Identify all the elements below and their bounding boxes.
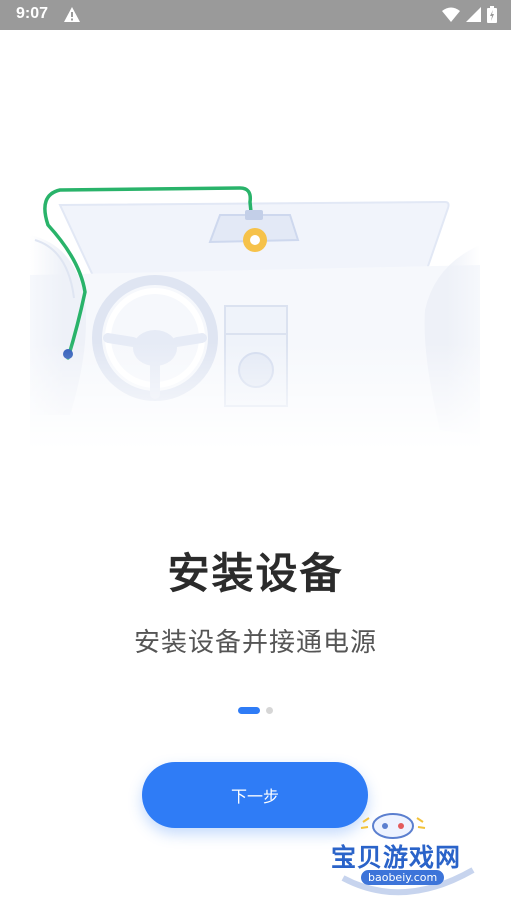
wifi-icon bbox=[442, 7, 460, 27]
status-time: 9:07 bbox=[16, 5, 49, 22]
page-subtitle: 安装设备并接通电源 bbox=[133, 628, 377, 658]
watermark-url: baobeiy.com bbox=[361, 870, 445, 885]
alert-icon bbox=[63, 6, 81, 27]
page-indicator bbox=[0, 707, 511, 714]
page-dot-active bbox=[238, 707, 260, 714]
battery-icon bbox=[487, 6, 497, 27]
page-title: 安装设备 bbox=[167, 549, 344, 598]
page-dot bbox=[266, 707, 273, 714]
status-bar: 9:07 bbox=[0, 0, 511, 30]
signal-icon bbox=[466, 7, 481, 26]
watermark-text: 宝贝游戏网 bbox=[331, 843, 462, 872]
watermark-logo: 宝贝游戏网 baobeiy.com bbox=[323, 810, 483, 900]
car-dashcam-illustration bbox=[30, 180, 480, 450]
